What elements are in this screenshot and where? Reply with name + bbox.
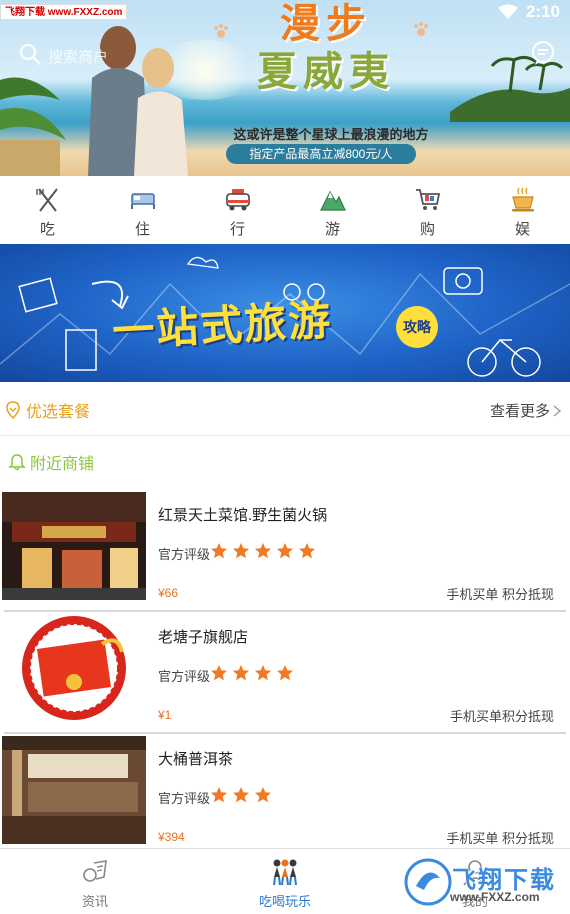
store-card[interactable]: 红景天土菜馆.野生菌火锅 官方评级 ¥66 手机买单 积分抵现 [0,492,570,612]
category-label: 住 [134,221,150,238]
category-stay[interactable]: 住 [95,176,190,244]
guide-badge: 攻略 [396,306,438,348]
travel-banner-title: 一站式旅游 [111,295,334,356]
search-input[interactable]: 搜索商户 [48,46,108,67]
nav-news[interactable]: 资讯 [0,849,190,914]
category-fun[interactable]: 娱 [475,176,570,244]
nav-food-fun[interactable]: 吃喝玩乐 [190,849,380,914]
star-icon [255,787,271,803]
category-label: 吃 [39,221,55,238]
store-tags: 手机买单 积分抵现 [446,831,554,846]
nearby-section-header: 附近商铺 [0,436,570,488]
star-rating [210,786,272,804]
bell-icon [8,454,26,471]
nav-label: 吃喝玩乐 [258,894,311,909]
nearby-title: 附近商铺 [30,456,95,473]
star-rating [210,664,294,682]
store-name: 老塘子旗舰店 [158,629,249,646]
news-icon [83,860,107,882]
star-icon [255,665,271,681]
store-thumbnail-newyear [2,614,146,722]
store-name: 红景天土菜馆.野生菌火锅 [158,507,328,524]
travel-guide-banner[interactable]: 一站式旅游 攻略 [0,244,570,382]
message-icon[interactable] [530,40,556,66]
rating-label: 官方评级 [158,791,211,806]
watermark-url: www.FXXZ.com [450,890,540,904]
car-icon [225,189,250,211]
palm-plant-decoration [0,77,66,176]
category-label: 行 [229,221,245,238]
category-label: 购 [419,221,435,238]
star-icon [277,543,293,559]
view-more-link[interactable]: 查看更多 [490,400,562,421]
search-icon[interactable] [18,42,42,66]
featured-title: 优选套餐 [26,403,91,421]
fork-knife-icon [35,188,58,212]
star-icon [211,543,227,559]
category-label: 游 [324,221,340,238]
rating-label: 官方评级 [158,547,211,562]
watermark-label: 飞翔下载 www.FXXZ.com [0,4,128,20]
store-thumbnail-restaurant [2,492,146,600]
shopping-cart-icon [415,189,440,210]
coffee-icon [511,187,534,212]
category-shop[interactable]: 购 [380,176,475,244]
store-price: ¥394 [158,830,185,844]
promo-title-line2: 夏威夷 [257,48,395,95]
store-card[interactable]: 老塘子旗舰店 官方评级 ¥1 手机买单积分抵现 [0,614,570,734]
store-price: ¥1 [158,708,172,722]
category-travel[interactable]: 行 [190,176,285,244]
wifi-icon [497,4,518,19]
couple-photo [88,26,188,176]
divider [4,610,566,612]
star-icon [299,543,315,559]
category-eat[interactable]: 吃 [0,176,95,244]
star-icon [255,543,271,559]
category-tour[interactable]: 游 [285,176,380,244]
featured-section-header[interactable]: 优选套餐 查看更多 [0,384,570,436]
store-card[interactable]: 大桶普洱茶 官方评级 ¥394 手机买单 积分抵现 [0,736,570,856]
divider [4,732,566,734]
view-more-label: 查看更多 [489,403,550,420]
rating-label: 官方评级 [158,669,211,684]
star-icon [233,665,249,681]
promo-subtitle: 这或许是整个星球上最浪漫的地方 [233,127,429,142]
star-icon [211,665,227,681]
category-row: 吃 住 行 游 购 娱 [0,176,570,244]
promo-tag: 指定产品最高立减800元/人 [226,144,416,164]
bed-icon [130,193,155,209]
star-rating [210,542,316,560]
clock: 2:10 [525,2,560,21]
store-name: 大桶普洱茶 [158,751,234,768]
store-tags: 手机买单 积分抵现 [446,587,554,602]
status-bar: 2:10 [497,2,560,22]
promo-title: 漫步 夏威夷 [226,0,426,96]
star-icon [233,787,249,803]
promo-banner[interactable]: 飞翔下载 www.FXXZ.com 2:10 搜索商户 漫步 夏威夷 这或许是整… [0,0,570,176]
promo-title-line1: 漫步 [280,0,372,47]
location-pin-icon [6,400,20,419]
star-icon [233,543,249,559]
mountain-icon [319,190,346,211]
nav-label: 资讯 [81,894,108,909]
category-label: 娱 [514,221,530,238]
store-tags: 手机买单积分抵现 [449,709,554,724]
store-thumbnail-teashop [2,736,146,844]
chevron-right-icon [553,404,562,417]
people-icon [273,859,297,886]
star-icon [277,665,293,681]
star-icon [211,787,227,803]
store-price: ¥66 [158,586,179,600]
